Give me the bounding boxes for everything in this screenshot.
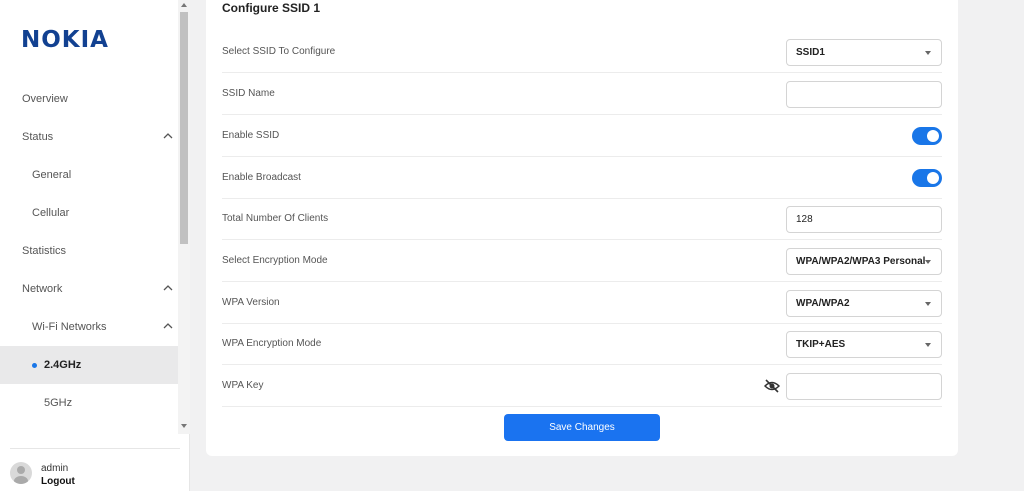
scroll-down-arrow-icon[interactable] xyxy=(181,424,187,428)
toggle-knob xyxy=(927,172,939,184)
dropdown-caret-icon xyxy=(925,51,931,55)
field-label: WPA Key xyxy=(222,380,264,391)
form-row-total-clients: Total Number Of Clients 128 xyxy=(222,198,942,240)
form-row-wpa-encryption: WPA Encryption Mode TKIP+AES xyxy=(222,323,942,365)
sidebar-item-5ghz[interactable]: 5GHz xyxy=(0,384,178,422)
sidebar: NOKIA Overview Status General Cellular S… xyxy=(0,0,190,491)
encryption-mode-value: WPA/WPA2/WPA3 Personal xyxy=(796,256,926,267)
chevron-up-icon xyxy=(163,133,173,139)
sidebar-item-wifi-networks[interactable]: Wi-Fi Networks xyxy=(0,308,178,346)
wpa-encryption-value: TKIP+AES xyxy=(796,339,846,350)
dropdown-caret-icon xyxy=(925,260,931,264)
field-label: Total Number Of Clients xyxy=(222,213,329,224)
sidebar-item-overview[interactable]: Overview xyxy=(0,80,178,118)
user-area: admin Logout xyxy=(10,448,180,488)
wpa-key-input[interactable] xyxy=(786,373,942,400)
form-row-enable-ssid: Enable SSID xyxy=(222,115,942,157)
dropdown-caret-icon xyxy=(925,302,931,306)
configure-ssid-panel: Configure SSID 1 Select SSID To Configur… xyxy=(206,0,958,456)
nokia-logo: NOKIA xyxy=(21,27,109,53)
wpa-encryption-select[interactable]: TKIP+AES xyxy=(786,331,942,358)
form-row-encryption-mode: Select Encryption Mode WPA/WPA2/WPA3 Per… xyxy=(222,240,942,282)
form-row-wpa-version: WPA Version WPA/WPA2 xyxy=(222,282,942,324)
form-row-wpa-key: WPA Key xyxy=(222,365,942,407)
field-label: Select SSID To Configure xyxy=(222,46,336,57)
ssid-select[interactable]: SSID1 xyxy=(786,39,942,66)
scroll-up-arrow-icon[interactable] xyxy=(181,3,187,7)
sidebar-scrollbar[interactable] xyxy=(178,0,190,434)
sidebar-item-label: 2.4GHz xyxy=(44,359,82,371)
sidebar-item-2-4ghz[interactable]: 2.4GHz xyxy=(0,346,178,384)
eye-off-icon[interactable] xyxy=(764,379,780,393)
toggle-knob xyxy=(927,130,939,142)
form-row-enable-broadcast: Enable Broadcast xyxy=(222,157,942,199)
field-label: WPA Version xyxy=(222,297,280,308)
chevron-up-icon xyxy=(163,285,173,291)
sidebar-item-label: Statistics xyxy=(22,245,67,257)
field-label: Enable SSID xyxy=(222,130,280,141)
form-row-select-ssid: Select SSID To Configure SSID1 xyxy=(222,31,942,73)
sidebar-item-label: 5GHz xyxy=(44,397,73,409)
enable-ssid-toggle[interactable] xyxy=(912,127,942,145)
sidebar-item-label: Overview xyxy=(22,93,68,105)
sidebar-item-label: Cellular xyxy=(32,207,70,219)
save-changes-button[interactable]: Save Changes xyxy=(504,414,660,441)
sidebar-item-statistics[interactable]: Statistics xyxy=(0,232,178,270)
ssid-select-value: SSID1 xyxy=(796,47,825,58)
form-row-ssid-name: SSID Name xyxy=(222,73,942,115)
wpa-version-select[interactable]: WPA/WPA2 xyxy=(786,290,942,317)
sidebar-item-status[interactable]: Status xyxy=(0,118,178,156)
sidebar-item-label: Wi-Fi Networks xyxy=(32,321,107,333)
dropdown-caret-icon xyxy=(925,343,931,347)
sidebar-item-label: General xyxy=(32,169,72,181)
active-dot-icon xyxy=(32,363,37,368)
total-clients-input[interactable]: 128 xyxy=(786,206,942,233)
field-label: SSID Name xyxy=(222,88,275,99)
ssid-name-input[interactable] xyxy=(786,81,942,108)
wpa-version-value: WPA/WPA2 xyxy=(796,298,850,309)
field-label: WPA Encryption Mode xyxy=(222,338,322,349)
sidebar-item-label: Network xyxy=(22,283,63,295)
page-title: Configure SSID 1 xyxy=(222,1,321,15)
chevron-up-icon xyxy=(163,323,173,329)
sidebar-item-cellular[interactable]: Cellular xyxy=(0,194,178,232)
user-avatar-icon xyxy=(10,462,32,484)
sidebar-item-label: Status xyxy=(22,131,54,143)
scrollbar-thumb[interactable] xyxy=(180,12,188,244)
sidebar-nav: Overview Status General Cellular Statist… xyxy=(0,80,178,422)
sidebar-item-network[interactable]: Network xyxy=(0,270,178,308)
user-name: admin xyxy=(41,463,69,474)
field-label: Select Encryption Mode xyxy=(222,255,328,266)
field-label: Enable Broadcast xyxy=(222,172,301,183)
enable-broadcast-toggle[interactable] xyxy=(912,169,942,187)
sidebar-item-general[interactable]: General xyxy=(0,156,178,194)
encryption-mode-select[interactable]: WPA/WPA2/WPA3 Personal xyxy=(786,248,942,275)
logout-link[interactable]: Logout xyxy=(41,476,75,487)
